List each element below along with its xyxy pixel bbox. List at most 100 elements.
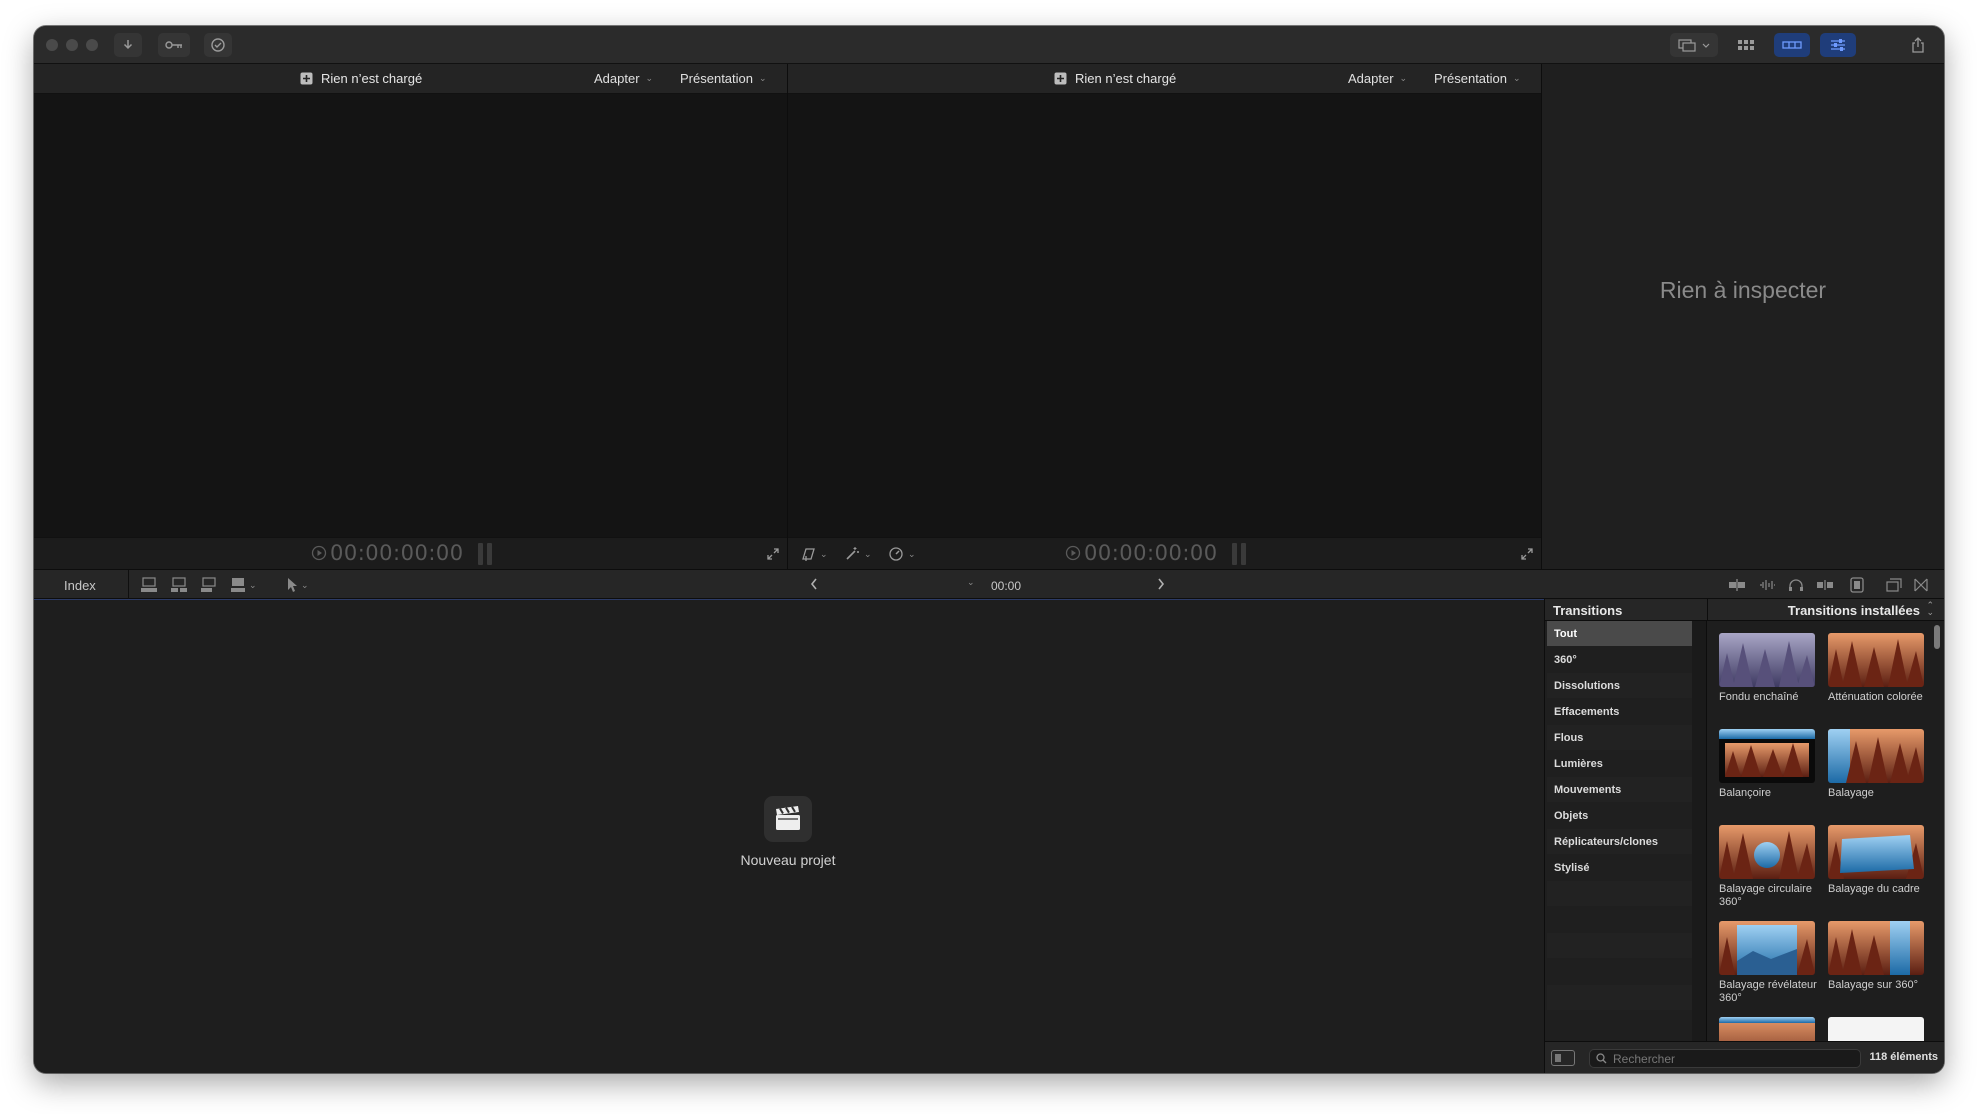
inspector-toggle-button[interactable] <box>1820 33 1856 57</box>
history-forward-button[interactable] <box>1156 577 1166 591</box>
category-item[interactable]: Lumières <box>1547 751 1692 776</box>
transition-thumbnail[interactable] <box>1828 825 1924 879</box>
chevron-down-icon: ⌄ <box>908 548 916 559</box>
search-input[interactable] <box>1613 1051 1843 1066</box>
event-viewer-canvas[interactable] <box>34 94 787 537</box>
skimming-button[interactable] <box>1728 578 1746 592</box>
import-button[interactable] <box>114 33 142 57</box>
event-viewer-timecode[interactable]: 00:00:00:00 <box>311 541 464 565</box>
transition-label[interactable]: Balayage <box>1828 787 1928 800</box>
select-tool-menu[interactable]: ⌄ <box>286 577 309 593</box>
expand-icon <box>1521 548 1533 560</box>
project-viewer-timecode[interactable]: 00:00:00:00 <box>1065 541 1218 565</box>
overlapping-windows-icon <box>1678 39 1710 52</box>
timecode-text: 00:00:00:00 <box>1084 541 1218 565</box>
transition-label[interactable]: Balayage sur 360° <box>1828 979 1928 992</box>
transform-tools-menu[interactable]: ⌄ <box>800 546 828 562</box>
search-field[interactable] <box>1589 1049 1861 1068</box>
clip-icon <box>1054 72 1067 85</box>
transition-thumbnail[interactable] <box>1719 729 1815 783</box>
transition-thumbnail[interactable] <box>1828 729 1924 783</box>
project-menu[interactable]: ⌄ <box>967 577 975 588</box>
fullscreen-button[interactable] <box>766 547 780 561</box>
transition-label[interactable]: Fondu enchaîné <box>1719 691 1819 704</box>
transition-thumbnail[interactable] <box>1719 1017 1815 1041</box>
audio-skimming-button[interactable] <box>1758 578 1776 592</box>
share-button[interactable] <box>1904 33 1932 57</box>
append-clip-button[interactable] <box>200 577 218 593</box>
transition-thumbnail[interactable] <box>1719 633 1815 687</box>
connect-clip-button[interactable] <box>140 577 158 593</box>
transition-label[interactable]: Balayage du cadre <box>1828 883 1928 896</box>
fullscreen-button[interactable] <box>1520 547 1534 561</box>
project-viewer-fit-menu[interactable]: Adapter ⌄ <box>1348 71 1407 86</box>
project-viewer-canvas[interactable] <box>788 94 1541 537</box>
timeline-index-button[interactable]: Index <box>64 578 96 593</box>
history-back-button[interactable] <box>809 577 819 591</box>
category-item[interactable]: Stylisé <box>1547 855 1692 880</box>
timecode-text: 00:00:00:00 <box>330 541 464 565</box>
window-layout-button[interactable] <box>1670 33 1718 57</box>
effects-browser-button[interactable] <box>1886 578 1902 592</box>
new-project-label[interactable]: Nouveau projet <box>674 852 902 868</box>
browser-scrollbar[interactable] <box>1934 625 1940 649</box>
insert-clip-button[interactable] <box>170 577 188 593</box>
transition-label[interactable]: Balayage révélateur 360° <box>1719 979 1819 1005</box>
project-viewer-view-menu[interactable]: Présentation ⌄ <box>1434 71 1521 86</box>
category-item[interactable]: Flous <box>1547 725 1692 750</box>
clip-appearance-button[interactable] <box>1850 577 1864 593</box>
event-viewer-view-menu[interactable]: Présentation ⌄ <box>680 71 767 86</box>
transition-label[interactable]: Balançoire <box>1719 787 1819 800</box>
chevron-down-icon: ⌄ <box>864 548 872 559</box>
timeline-area[interactable]: Nouveau projet <box>34 599 1544 1073</box>
category-item[interactable]: 360° <box>1547 647 1692 672</box>
event-viewer-title-text: Rien n’est chargé <box>321 71 423 86</box>
up-down-chevron-icon[interactable]: ⌃ ⌄ <box>1926 601 1934 617</box>
chevron-down-icon: ⌄ <box>301 579 309 590</box>
minimize-window-button[interactable] <box>66 39 78 51</box>
retime-menu[interactable]: ⌄ <box>888 546 916 562</box>
transition-thumbnail[interactable] <box>1828 633 1924 687</box>
close-window-button[interactable] <box>46 39 58 51</box>
category-empty-row <box>1547 933 1692 958</box>
app-window: Rien n’est chargé Adapter ⌄ Présentation ⌄… <box>34 26 1944 1073</box>
snapping-button[interactable] <box>1816 578 1834 592</box>
transition-thumbnail[interactable] <box>1828 921 1924 975</box>
chevron-down-icon: ⌄ <box>1399 73 1408 83</box>
timeline-toggle-button[interactable] <box>1774 33 1810 57</box>
overwrite-clip-menu[interactable]: ⌄ <box>230 577 257 593</box>
transition-thumbnail[interactable] <box>1828 1017 1924 1041</box>
enhance-tools-menu[interactable]: ⌄ <box>844 546 872 562</box>
keywords-button[interactable] <box>158 33 190 57</box>
chevron-right-icon <box>1158 578 1165 590</box>
installed-filter-menu[interactable]: Transitions installées <box>1788 603 1920 618</box>
browser-toggle-button[interactable] <box>1730 33 1762 57</box>
new-project-button[interactable] <box>764 796 812 842</box>
category-item[interactable]: Tout <box>1547 621 1692 646</box>
arrow-pointer-icon <box>288 578 297 592</box>
category-empty-row <box>1547 881 1692 906</box>
checkmark-circle-icon <box>211 38 225 52</box>
event-viewer-fit-menu[interactable]: Adapter ⌄ <box>594 71 653 86</box>
chevron-down-icon: ⌄ <box>820 548 828 559</box>
connect-clip-icon <box>141 577 157 592</box>
zoom-window-button[interactable] <box>86 39 98 51</box>
transitions-browser-button[interactable] <box>1914 578 1928 592</box>
category-item[interactable]: Effacements <box>1547 699 1692 724</box>
category-item[interactable]: Réplicateurs/clones <box>1547 829 1692 854</box>
transition-thumbnail[interactable] <box>1719 825 1815 879</box>
category-item[interactable]: Objets <box>1547 803 1692 828</box>
category-item[interactable]: Dissolutions <box>1547 673 1692 698</box>
transition-label[interactable]: Atténuation colorée <box>1828 691 1928 704</box>
chevron-left-icon <box>810 578 817 590</box>
project-viewer-footer: ⌄ ⌄ ⌄ 00:00:00:00 <box>788 537 1541 569</box>
background-tasks-button[interactable] <box>204 33 232 57</box>
transition-thumbnail[interactable] <box>1719 921 1815 975</box>
transition-label[interactable]: Balayage circulaire 360° <box>1719 883 1819 909</box>
title-bar <box>34 26 1944 64</box>
search-icon <box>1596 1053 1607 1064</box>
category-item[interactable]: Mouvements <box>1547 777 1692 802</box>
chevron-down-icon: ⌄ <box>645 73 654 83</box>
solo-button[interactable] <box>1788 578 1804 592</box>
sidebar-toggle-button[interactable] <box>1551 1050 1575 1066</box>
